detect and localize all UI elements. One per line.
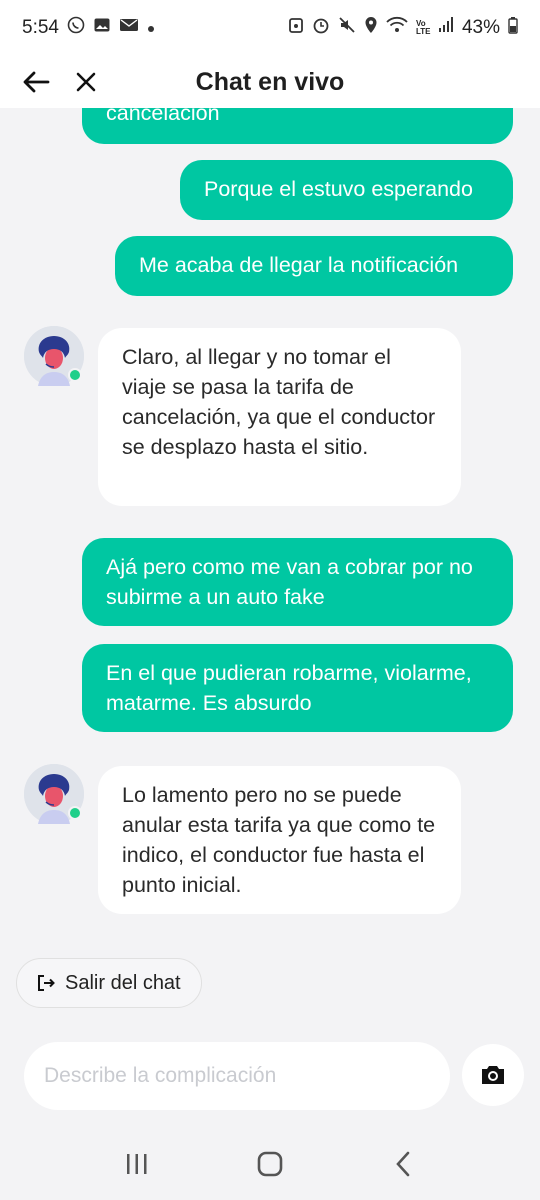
status-left: 5:54 [22, 16, 155, 40]
online-status-dot [68, 368, 82, 382]
status-bar: 5:54 Vo LTE 43% [0, 0, 540, 56]
message-text: cancelación [106, 108, 220, 125]
message-received: Claro, al llegar y no tomar el viaje se … [98, 328, 461, 506]
message-text: Claro, al llegar y no tomar el viaje se … [122, 345, 436, 459]
agent-avatar [24, 764, 84, 824]
mute-icon [338, 16, 356, 40]
close-button[interactable] [64, 56, 108, 108]
back-nav-button[interactable] [373, 1134, 433, 1194]
message-text: En el que pudieran robarme, violarme, ma… [106, 661, 472, 715]
home-icon [257, 1151, 283, 1177]
location-icon [364, 16, 378, 40]
camera-icon [482, 1066, 504, 1084]
message-sent: Ajá pero como me van a cobrar por no sub… [82, 538, 513, 626]
message-text: Me acaba de llegar la notificación [139, 253, 459, 277]
back-button[interactable] [14, 56, 58, 108]
system-nav-bar [0, 1128, 540, 1200]
message-input-wrapper [24, 1042, 450, 1110]
chat-messages: cancelación Porque el estuvo esperando M… [0, 108, 540, 1024]
notification-dot-icon [147, 17, 155, 39]
cast-icon [288, 16, 304, 40]
message-sent: En el que pudieran robarme, violarme, ma… [82, 644, 513, 732]
home-button[interactable] [240, 1134, 300, 1194]
arrow-left-icon [23, 71, 50, 93]
chevron-left-icon [396, 1151, 410, 1177]
message-sent: Me acaba de llegar la notificación [115, 236, 513, 296]
camera-button[interactable] [462, 1044, 524, 1106]
exit-chat-button[interactable]: Salir del chat [16, 958, 202, 1008]
recent-apps-button[interactable] [107, 1134, 167, 1194]
message-text: Ajá pero como me van a cobrar por no sub… [106, 555, 473, 609]
whatsapp-icon [67, 16, 85, 40]
message-sent: Porque el estuvo esperando [180, 160, 513, 220]
chat-header: Chat en vivo [0, 56, 540, 108]
online-status-dot [68, 806, 82, 820]
close-icon [76, 72, 96, 92]
message-sent: cancelación [82, 108, 513, 144]
alarm-icon [312, 16, 330, 40]
status-time: 5:54 [22, 17, 59, 38]
volte-label: Vo LTE [415, 19, 431, 36]
status-right: Vo LTE 43% [288, 16, 518, 40]
logout-icon [38, 975, 55, 991]
exit-chat-label: Salir del chat [65, 971, 181, 994]
message-text: Lo lamento pero no se puede anular esta … [122, 783, 436, 897]
signal-icon [438, 16, 454, 40]
battery-icon [508, 16, 518, 40]
recent-apps-icon [126, 1154, 147, 1174]
battery-percent: 43% [461, 17, 500, 38]
agent-avatar [24, 326, 84, 386]
message-input[interactable] [24, 1042, 450, 1110]
image-icon [93, 16, 111, 40]
mail-icon [119, 16, 139, 40]
wifi-icon [386, 16, 408, 40]
message-received: Lo lamento pero no se puede anular esta … [98, 766, 461, 914]
message-text: Porque el estuvo esperando [204, 177, 473, 201]
